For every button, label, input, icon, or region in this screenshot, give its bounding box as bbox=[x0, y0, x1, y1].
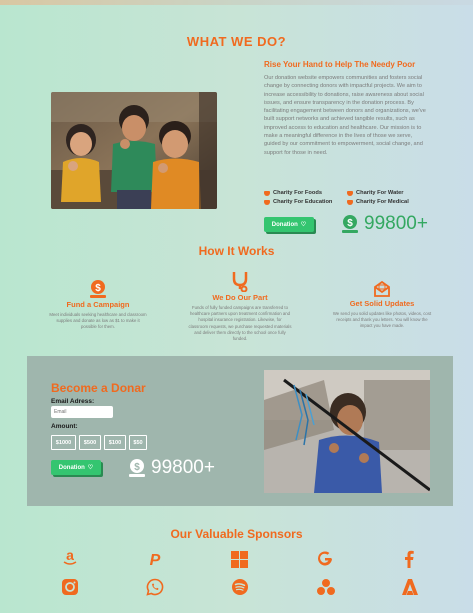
charity-bowl-icon bbox=[264, 190, 270, 196]
step-description: We send you solid updates like photos, v… bbox=[332, 311, 432, 329]
svg-text:a: a bbox=[66, 548, 74, 563]
charity-item-education: Charity For Education bbox=[264, 199, 332, 205]
whatsapp-icon[interactable] bbox=[146, 578, 164, 596]
what-we-do-subtitle: Rise Your Hand to Help The Needy Poor bbox=[264, 60, 416, 69]
amount-label: Amount: bbox=[51, 423, 78, 430]
email-field[interactable] bbox=[51, 406, 113, 418]
amount-option-1000[interactable]: $1000 bbox=[51, 435, 76, 450]
windows-icon[interactable] bbox=[231, 551, 248, 568]
charity-label: Charity For Water bbox=[356, 190, 404, 196]
charity-bowl-icon bbox=[264, 199, 270, 205]
donate-panel-total: $ 99800+ bbox=[127, 457, 215, 479]
adobe-icon[interactable] bbox=[401, 578, 419, 596]
donation-amount: 99800+ bbox=[364, 213, 428, 234]
money-hand-icon: $ bbox=[342, 215, 358, 233]
charity-label: Charity For Foods bbox=[273, 190, 322, 196]
svg-text:P: P bbox=[150, 552, 161, 568]
children-photo bbox=[51, 92, 217, 209]
donation-button-label: Donation bbox=[58, 464, 85, 471]
money-hand-icon: $ bbox=[129, 459, 145, 477]
cocacola-dots-icon[interactable] bbox=[316, 578, 336, 596]
svg-text:$: $ bbox=[95, 283, 101, 294]
what-we-do-paragraph: Our donation website empowers communitie… bbox=[264, 75, 426, 156]
svg-text:$: $ bbox=[347, 218, 353, 229]
charity-bowl-icon bbox=[347, 199, 353, 205]
email-label: Email Adress: bbox=[51, 398, 95, 405]
step-fund-campaign: $ Fund a Campaign Meet individuals seeki… bbox=[48, 279, 148, 331]
step-title: We Do Our Part bbox=[212, 293, 268, 302]
google-icon[interactable] bbox=[316, 550, 334, 568]
paypal-icon[interactable]: P bbox=[147, 550, 163, 568]
sponsors-heading: Our Valuable Sponsors bbox=[170, 527, 303, 541]
amount-option-500[interactable]: $500 bbox=[79, 435, 101, 450]
how-it-works-heading: How It Works bbox=[198, 244, 275, 258]
step-description: Meet individuals seeking healthcare and … bbox=[49, 312, 147, 330]
donation-button-label: Donation bbox=[271, 221, 298, 228]
svg-text:$: $ bbox=[134, 462, 140, 473]
charity-item-foods: Charity For Foods bbox=[264, 190, 322, 196]
amount-option-100[interactable]: $100 bbox=[104, 435, 126, 450]
dollar-hand-icon: $ bbox=[90, 280, 106, 298]
amazon-icon[interactable]: a bbox=[62, 548, 78, 566]
step-we-do-our-part: We Do Our Part Funds of fully funded cam… bbox=[188, 270, 292, 342]
mail-icon bbox=[374, 280, 390, 297]
step-get-updates: Get Solid Updates We send you solid upda… bbox=[332, 280, 432, 330]
top-accent-bar bbox=[0, 0, 473, 5]
heart-icon: ♡ bbox=[87, 465, 94, 471]
step-title: Get Solid Updates bbox=[349, 299, 415, 308]
facebook-icon[interactable] bbox=[403, 550, 415, 568]
child-photo bbox=[264, 370, 430, 493]
step-description: Funds of fully funded campaigns are tran… bbox=[188, 305, 292, 342]
heart-icon: ♡ bbox=[300, 222, 307, 228]
donation-amount: 99800+ bbox=[151, 457, 215, 478]
stethoscope-icon bbox=[232, 272, 248, 292]
amount-option-50[interactable]: $50 bbox=[129, 435, 147, 450]
charity-label: Charity For Education bbox=[273, 199, 333, 205]
donation-total: $ 99800+ bbox=[340, 213, 428, 235]
charity-bowl-icon bbox=[347, 190, 353, 196]
donation-button[interactable]: Donation ♡ bbox=[264, 217, 314, 232]
instagram-icon[interactable] bbox=[61, 578, 79, 596]
charity-item-medical: Charity For Medical bbox=[347, 199, 409, 205]
what-we-do-heading: WHAT WE DO? bbox=[186, 34, 287, 49]
spotify-icon[interactable] bbox=[231, 578, 249, 596]
donate-heading: Become a Donar bbox=[51, 381, 146, 395]
donate-panel-donation-button[interactable]: Donation ♡ bbox=[51, 460, 101, 475]
charity-label: Charity For Medical bbox=[356, 199, 409, 205]
step-title: Fund a Campaign bbox=[66, 300, 130, 309]
charity-item-water: Charity For Water bbox=[347, 190, 404, 196]
